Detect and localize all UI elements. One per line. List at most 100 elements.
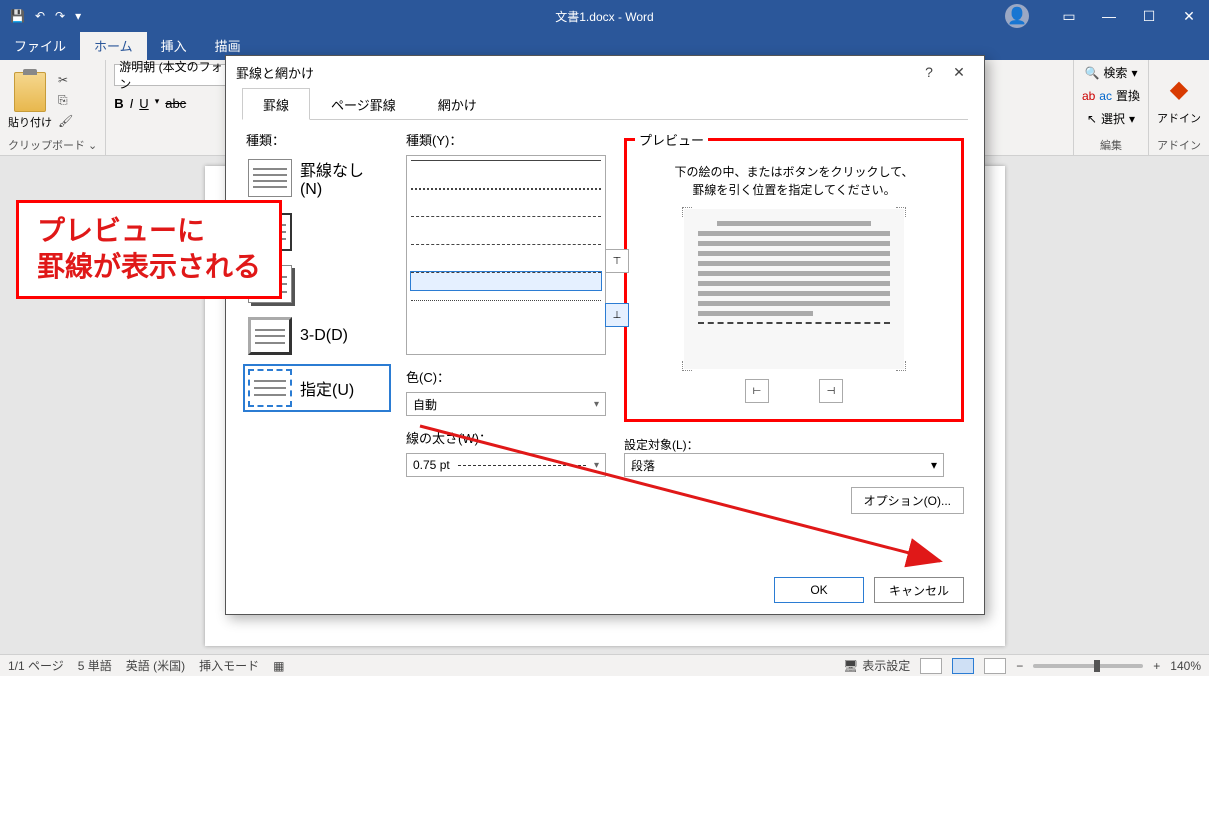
addin-icon[interactable]: ◆ [1170,75,1188,104]
style-dotted[interactable] [411,188,601,206]
type-none-icon [248,159,292,197]
redo-icon[interactable]: ↷ [55,9,65,23]
font-name-combo[interactable]: 游明朝 (本文のフォン [114,64,234,86]
preview-canvas[interactable] [684,209,904,369]
style-solid[interactable] [411,160,601,178]
bold-button[interactable]: B [114,96,123,111]
save-icon[interactable]: 💾 [10,9,25,23]
type-none[interactable]: 罫線なし(N) [246,155,388,201]
status-mode[interactable]: 挿入モード [199,657,259,674]
type-3d-icon [248,317,292,355]
title-bar: 💾 ↶ ↷ ▾ 文書1.docx - Word 👤 ▭ — ☐ ✕ [0,0,1209,32]
annotation-text: プレビューに 罫線が表示される [37,213,261,286]
status-words[interactable]: 5 単語 [78,657,112,674]
underline-dropdown-icon[interactable]: ▾ [155,96,160,111]
style-label: 種類(Y)： [406,130,606,149]
document-title: 文書1.docx - Word [555,8,653,25]
style-dash-dot[interactable] [411,272,601,290]
zoom-out-button[interactable]: − [1016,659,1023,673]
ok-button[interactable]: OK [774,577,864,603]
apply-to-combo[interactable]: 段落 ▾ [624,453,944,477]
cut-icon[interactable]: ✂ [58,73,73,87]
preview-bottom-line [698,322,890,324]
window-controls: 👤 ▭ — ☐ ✕ [1005,0,1209,32]
dialog-footer: OK キャンセル [226,566,984,614]
italic-button[interactable]: I [130,96,134,111]
zoom-in-button[interactable]: + [1153,659,1160,673]
cancel-button[interactable]: キャンセル [874,577,964,603]
style-dash-dot-dot[interactable] [411,300,601,318]
copy-icon[interactable]: ⎘ [58,93,73,108]
display-settings[interactable]: 🖥 表示設定 [843,657,910,674]
tab-insert[interactable]: 挿入 [147,31,201,60]
zoom-slider[interactable] [1033,664,1143,668]
status-language[interactable]: 英語 (米国) [126,657,185,674]
dialog-help-button[interactable]: ? [914,64,944,80]
addin-label[interactable]: アドイン [1157,110,1201,126]
minimize-button[interactable]: — [1089,0,1129,32]
underline-button[interactable]: U [139,96,148,111]
dialog-tabs: 罫線 ページ罫線 網かけ [242,88,968,120]
status-macro-icon[interactable]: ▦ [273,659,284,673]
tab-border[interactable]: 罫線 [242,88,310,120]
zoom-percent[interactable]: 140% [1170,659,1201,673]
addin-group-label: アドイン [1157,137,1201,153]
close-button[interactable]: ✕ [1169,0,1209,32]
tab-file[interactable]: ファイル [0,31,80,60]
view-read-button[interactable] [920,658,942,674]
chevron-down-icon: ▾ [931,458,937,472]
type-group-label: 種類： [246,130,388,149]
dialog-titlebar: 罫線と網かけ ? ✕ [226,56,984,88]
line-style-list[interactable] [406,155,606,355]
preview-group: プレビュー 下の絵の中、またはボタンをクリックして、 罫線を引く位置を指定してく… [624,130,964,422]
status-page[interactable]: 1/1 ページ [8,657,64,674]
color-combo[interactable]: 自動 ▾ [406,392,606,416]
undo-icon[interactable]: ↶ [35,9,45,23]
paste-label[interactable]: 貼り付け [8,114,52,130]
find-button[interactable]: 🔍 検索 ▾ [1084,64,1137,81]
qat-dropdown-icon[interactable]: ▾ [75,9,81,23]
type-custom-label: 指定(U) [300,376,354,400]
clipboard-group: 貼り付け ✂ ⎘ 🖌 クリップボード ⌄ [0,60,106,155]
ribbon-display-button[interactable]: ▭ [1049,0,1089,32]
preview-left-border-button[interactable]: ⊢ [745,379,769,403]
width-combo[interactable]: 0.75 pt ▾ [406,453,606,477]
clipboard-group-label: クリップボード ⌄ [8,137,97,153]
type-custom[interactable]: 指定(U) [246,367,388,409]
style-dashed[interactable] [411,216,601,234]
width-sample-line [458,465,586,466]
paste-icon[interactable] [14,72,46,112]
preview-legend: プレビュー [635,130,708,149]
view-web-button[interactable] [984,658,1006,674]
options-button[interactable]: オプション(O)... [851,487,964,514]
preview-right-border-button[interactable]: ⊣ [819,379,843,403]
zoom-slider-thumb[interactable] [1094,660,1100,672]
chevron-down-icon: ▾ [594,460,599,471]
style-dash-long[interactable] [411,244,601,262]
preview-bottom-border-button[interactable]: ⊥ [605,303,629,327]
format-painter-icon[interactable]: 🖌 [58,114,73,128]
user-avatar-icon[interactable]: 👤 [1005,4,1029,28]
tab-shading[interactable]: 網かけ [417,88,498,119]
replace-button[interactable]: abac 置換 [1082,87,1140,104]
view-print-button[interactable] [952,658,974,674]
type-custom-icon [248,369,292,407]
preview-top-border-button[interactable]: ⊤ [605,249,629,273]
dialog-title: 罫線と網かけ [236,63,314,82]
width-label: 線の太さ(W)： [406,428,606,447]
strike-button[interactable]: abc [165,96,186,111]
type-3d-label: 3-D(D) [300,327,348,345]
tab-page-border[interactable]: ページ罫線 [310,88,417,119]
type-3d[interactable]: 3-D(D) [246,315,388,357]
maximize-button[interactable]: ☐ [1129,0,1169,32]
tab-home[interactable]: ホーム [80,31,147,60]
color-label: 色(C)： [406,367,606,386]
editing-group-label: 編集 [1082,137,1140,153]
color-value: 自動 [413,396,437,413]
dialog-close-button[interactable]: ✕ [944,64,974,81]
select-button[interactable]: ↖ 選択 ▾ [1087,110,1135,127]
preview-hint: 下の絵の中、またはボタンをクリックして、 罫線を引く位置を指定してください。 [639,163,949,199]
addin-group: ◆ アドイン アドイン [1148,60,1209,155]
apply-to-label: 設定対象(L)： [624,436,964,453]
borders-shading-dialog: 罫線と網かけ ? ✕ 罫線 ページ罫線 網かけ 種類： 罫線なし(N) [225,55,985,615]
